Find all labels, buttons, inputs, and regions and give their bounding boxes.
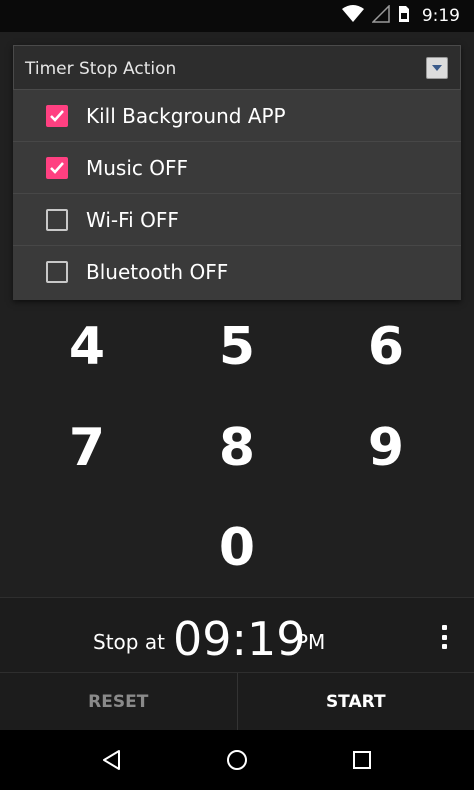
stop-at-time: 09:19 (173, 612, 306, 666)
key-0[interactable]: 0 (187, 518, 287, 578)
timer-stop-action-dropdown: Timer Stop Action Kill Background APP Mu… (13, 45, 461, 300)
signal-icon (371, 4, 390, 27)
key-5[interactable]: 5 (187, 317, 287, 377)
option-label: Kill Background APP (86, 103, 286, 128)
option-label: Bluetooth OFF (86, 260, 229, 284)
chevron-down-icon[interactable] (426, 57, 448, 79)
key-6[interactable]: 6 (336, 317, 436, 377)
key-7[interactable]: 7 (37, 418, 137, 478)
stop-at-row: Stop at 09:19 PM (0, 597, 474, 672)
overflow-menu-icon[interactable] (434, 622, 454, 652)
key-9[interactable]: 9 (336, 418, 436, 478)
reset-button[interactable]: RESET (0, 673, 238, 730)
checkbox-unchecked-icon[interactable] (46, 261, 68, 283)
option-bluetooth-off[interactable]: Bluetooth OFF (13, 246, 461, 298)
option-kill-background-app[interactable]: Kill Background APP (13, 90, 461, 142)
dropdown-header[interactable]: Timer Stop Action (13, 45, 461, 90)
stop-at-ampm: PM (296, 630, 326, 654)
back-icon[interactable] (92, 740, 132, 780)
checkbox-checked-icon[interactable] (46, 156, 68, 179)
home-icon[interactable] (217, 740, 257, 780)
checkbox-unchecked-icon[interactable] (46, 208, 68, 231)
keypad: 4 5 6 7 8 9 0 (0, 300, 474, 597)
option-music-off[interactable]: Music OFF (13, 142, 461, 194)
dropdown-title: Timer Stop Action (25, 59, 177, 79)
recents-icon[interactable] (342, 740, 382, 780)
option-wifi-off[interactable]: Wi-Fi OFF (13, 194, 461, 246)
wifi-icon (341, 5, 364, 27)
option-label: Music OFF (86, 155, 189, 180)
key-8[interactable]: 8 (187, 418, 287, 478)
key-4[interactable]: 4 (37, 317, 137, 377)
option-label: Wi-Fi OFF (86, 207, 179, 232)
status-time: 9:19 (421, 6, 460, 26)
start-button[interactable]: START (238, 673, 474, 730)
status-bar: 9:19 (0, 0, 474, 32)
navigation-bar (0, 730, 474, 790)
checkbox-checked-icon[interactable] (46, 104, 68, 127)
sim-card-icon (398, 5, 410, 27)
button-bar: RESET START (0, 672, 474, 730)
stop-at-label: Stop at (93, 630, 165, 654)
